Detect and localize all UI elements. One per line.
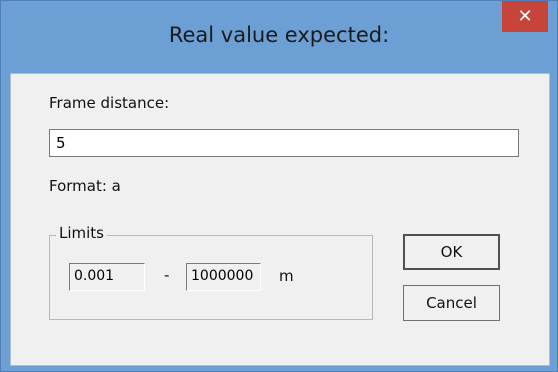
dialog-body: Frame distance: 5 Format: a Limits 0.001…	[10, 73, 550, 366]
dialog-window: Real value expected: ✕ Frame distance: 5…	[0, 0, 558, 372]
title-bar[interactable]: Real value expected: ✕	[1, 1, 557, 73]
close-icon: ✕	[517, 6, 533, 27]
limits-group-label: Limits	[56, 224, 107, 242]
limit-separator: -	[164, 266, 170, 284]
format-text: Format: a	[49, 177, 121, 195]
frame-distance-input[interactable]: 5	[49, 129, 519, 157]
close-button[interactable]: ✕	[502, 1, 548, 32]
dialog-title: Real value expected:	[168, 23, 390, 47]
limit-min-field: 0.001	[69, 263, 145, 291]
limit-max-field: 1000000	[186, 263, 261, 291]
cancel-button[interactable]: Cancel	[403, 285, 500, 321]
field-label: Frame distance:	[49, 94, 170, 112]
limit-unit: m	[279, 267, 294, 285]
ok-button[interactable]: OK	[403, 234, 500, 270]
